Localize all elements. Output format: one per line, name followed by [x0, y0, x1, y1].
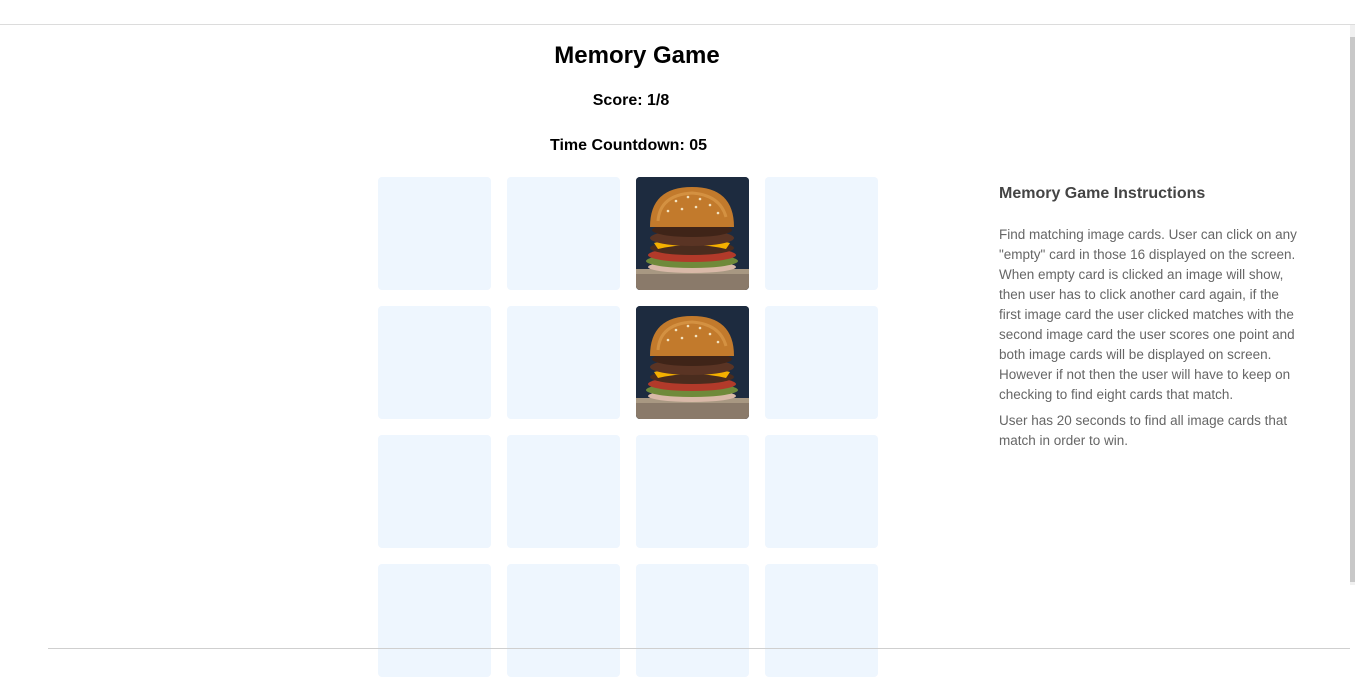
burger-icon — [636, 306, 749, 419]
horizontal-scrollbar — [48, 648, 1350, 649]
empty-card[interactable] — [507, 306, 620, 419]
empty-card[interactable] — [765, 177, 878, 290]
empty-card[interactable] — [378, 435, 491, 548]
instructions-panel: Memory Game Instructions Find matching i… — [999, 185, 1299, 457]
time-countdown: Time Countdown: 05 — [549, 137, 708, 154]
empty-card[interactable] — [378, 564, 491, 677]
empty-card[interactable] — [507, 564, 620, 677]
empty-card[interactable] — [765, 306, 878, 419]
empty-card[interactable] — [507, 177, 620, 290]
revealed-card[interactable] — [636, 306, 749, 419]
empty-card[interactable] — [378, 177, 491, 290]
empty-card[interactable] — [378, 306, 491, 419]
vertical-scrollbar[interactable] — [1350, 25, 1355, 585]
instructions-paragraph: Find matching image cards. User can clic… — [999, 227, 1297, 402]
score-display: Score: 1/8 — [592, 92, 670, 109]
page-title: Memory Game — [554, 42, 720, 69]
empty-card[interactable] — [636, 435, 749, 548]
empty-card[interactable] — [636, 564, 749, 677]
instructions-paragraph: User has 20 seconds to find all image ca… — [999, 413, 1288, 448]
burger-icon — [636, 177, 749, 290]
page: Memory Game Score: 1/8 Time Countdown: 0… — [0, 25, 1350, 677]
scrollbar-thumb[interactable] — [1350, 37, 1355, 582]
empty-card[interactable] — [507, 435, 620, 548]
empty-card[interactable] — [765, 435, 878, 548]
revealed-card[interactable] — [636, 177, 749, 290]
instructions-heading: Memory Game Instructions — [999, 185, 1206, 202]
empty-card[interactable] — [765, 564, 878, 677]
browser-top-bar — [0, 0, 1355, 25]
